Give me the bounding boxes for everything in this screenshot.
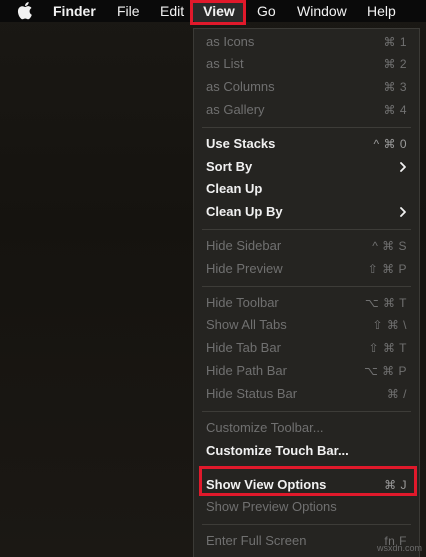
- menu-item-label: as Icons: [206, 34, 255, 49]
- menu-item-shortcut: ⌥ ⌘ T: [364, 296, 407, 310]
- menu-edit[interactable]: Edit: [160, 0, 184, 22]
- menu-item-show-all-tabs[interactable]: Show All Tabs ⇧ ⌘ \: [194, 314, 419, 336]
- menu-item-hide-status-bar[interactable]: Hide Status Bar ⌘ /: [194, 383, 419, 405]
- menu-item-label: Clean Up By: [206, 204, 283, 219]
- menu-item-label: Sort By: [206, 159, 253, 174]
- menu-item-label: as Columns: [206, 79, 275, 94]
- menu-item-label: Customize Touch Bar...: [206, 443, 349, 458]
- menu-separator: [202, 286, 411, 287]
- menu-item-shortcut: ⌘ 4: [383, 103, 407, 117]
- menu-separator: [202, 411, 411, 412]
- menu-item-shortcut: ⇧ ⌘ P: [367, 262, 407, 276]
- menu-item-show-preview-options[interactable]: Show Preview Options: [194, 496, 419, 518]
- menu-item-label: Hide Tab Bar: [206, 340, 281, 355]
- menu-go[interactable]: Go: [257, 0, 276, 22]
- menu-separator: [202, 127, 411, 128]
- menu-item-clean-up[interactable]: Clean Up: [194, 178, 419, 200]
- menu-item-as-columns[interactable]: as Columns ⌘ 3: [194, 76, 419, 98]
- menu-item-shortcut: ⌘ /: [386, 387, 407, 401]
- menu-item-hide-preview[interactable]: Hide Preview ⇧ ⌘ P: [194, 258, 419, 280]
- menu-item-as-gallery[interactable]: as Gallery ⌘ 4: [194, 99, 419, 121]
- menu-file[interactable]: File: [117, 0, 140, 22]
- menu-item-shortcut: ^ ⌘ S: [372, 239, 407, 253]
- menu-item-label: Use Stacks: [206, 136, 276, 151]
- menu-item-shortcut: ⌘ 2: [383, 57, 407, 71]
- menu-item-shortcut: ^ ⌘ 0: [373, 137, 407, 151]
- menu-item-label: Clean Up: [206, 181, 263, 196]
- watermark: wsxdn.com: [376, 543, 422, 553]
- menu-separator: [202, 524, 411, 525]
- apple-icon[interactable]: [14, 2, 36, 20]
- menu-item-clean-up-by[interactable]: Clean Up By: [194, 201, 419, 223]
- menu-item-customize-toolbar[interactable]: Customize Toolbar...: [194, 417, 419, 439]
- show-view-options-highlight-box: [199, 466, 417, 496]
- menu-item-label: Show All Tabs: [206, 317, 287, 332]
- menu-item-label: Hide Status Bar: [206, 386, 298, 401]
- menu-item-shortcut: ⌘ 3: [383, 80, 407, 94]
- menu-item-label: Customize Toolbar...: [206, 420, 324, 435]
- menu-item-label: Enter Full Screen: [206, 533, 307, 548]
- menu-item-hide-toolbar[interactable]: Hide Toolbar ⌥ ⌘ T: [194, 292, 419, 314]
- menu-item-label: Hide Sidebar: [206, 238, 282, 253]
- menu-item-as-icons[interactable]: as Icons ⌘ 1: [194, 31, 419, 53]
- desktop: Finder File Edit View Go Window Help as …: [0, 0, 426, 557]
- menu-item-label: Hide Toolbar: [206, 295, 279, 310]
- menu-item-as-list[interactable]: as List ⌘ 2: [194, 53, 419, 75]
- menu-item-shortcut: ⇧ ⌘ T: [368, 341, 407, 355]
- menu-item-sort-by[interactable]: Sort By: [194, 156, 419, 178]
- menu-item-hide-path-bar[interactable]: Hide Path Bar ⌥ ⌘ P: [194, 360, 419, 382]
- menu-window[interactable]: Window: [297, 0, 347, 22]
- menu-separator: [202, 229, 411, 230]
- menu-item-customize-touch-bar[interactable]: Customize Touch Bar...: [194, 440, 419, 462]
- view-menu-highlight-box: [190, 0, 246, 25]
- menu-item-hide-sidebar[interactable]: Hide Sidebar ^ ⌘ S: [194, 235, 419, 257]
- menu-item-label: Hide Path Bar: [206, 363, 287, 378]
- menu-item-shortcut: ⌥ ⌘ P: [364, 364, 407, 378]
- menu-item-hide-tab-bar[interactable]: Hide Tab Bar ⇧ ⌘ T: [194, 337, 419, 359]
- menu-help[interactable]: Help: [367, 0, 396, 22]
- menu-item-shortcut: ⌘ 1: [383, 35, 407, 49]
- chevron-right-icon: [400, 162, 406, 172]
- menu-finder[interactable]: Finder: [53, 0, 96, 22]
- menu-item-label: Hide Preview: [206, 261, 283, 276]
- menu-item-label: as List: [206, 56, 244, 71]
- menu-item-use-stacks[interactable]: Use Stacks ^ ⌘ 0: [194, 133, 419, 155]
- menu-item-label: Show Preview Options: [206, 499, 337, 514]
- menu-item-shortcut: ⇧ ⌘ \: [372, 318, 407, 332]
- chevron-right-icon: [400, 207, 406, 217]
- menu-item-label: as Gallery: [206, 102, 265, 117]
